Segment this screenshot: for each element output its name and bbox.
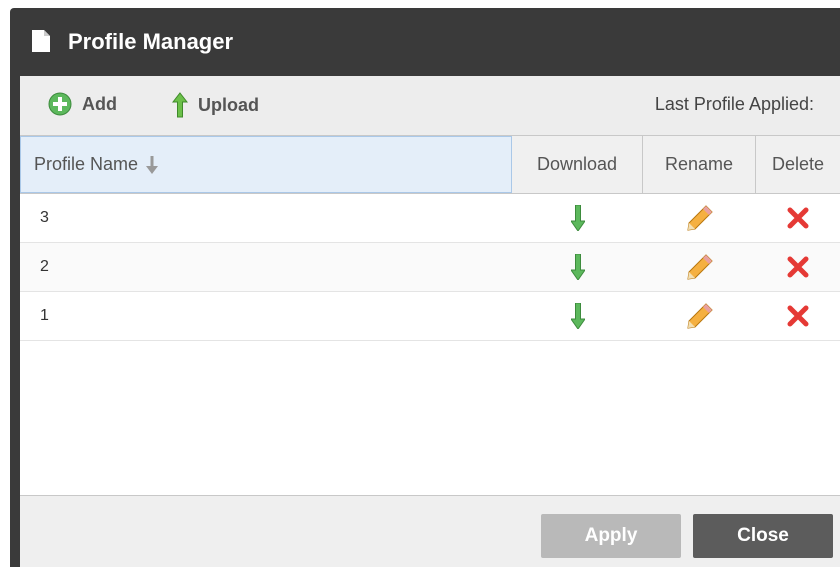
download-button[interactable] <box>512 243 643 291</box>
plus-circle-icon <box>48 92 72 116</box>
last-profile-applied-label: Last Profile Applied: <box>654 94 814 114</box>
add-button[interactable]: Add <box>48 92 117 116</box>
column-header-rename[interactable]: Rename <box>643 136 756 193</box>
download-button[interactable] <box>512 194 643 242</box>
profile-manager-dialog: Profile Manager Add Upload Last Profile … <box>10 8 840 567</box>
table-row[interactable]: 3 <box>20 194 840 243</box>
column-header-label: Delete <box>771 154 825 174</box>
toolbar: Add Upload Last Profile Applied: <box>20 76 840 136</box>
column-header-label: Download <box>536 154 618 174</box>
upload-button[interactable]: Upload <box>172 92 259 118</box>
rename-button[interactable] <box>643 292 756 340</box>
rename-button[interactable] <box>643 243 756 291</box>
delete-button[interactable] <box>756 194 840 242</box>
sort-down-arrow-icon <box>146 155 159 174</box>
dialog-footer: Apply Close <box>20 496 840 567</box>
column-header-profile-name[interactable]: Profile Name <box>20 136 512 193</box>
column-header-delete[interactable]: Delete <box>756 136 840 193</box>
pencil-icon <box>686 303 713 329</box>
profile-name-cell: 1 <box>40 307 49 324</box>
download-arrow-icon <box>570 254 585 280</box>
close-button[interactable]: Close <box>693 514 833 558</box>
rename-button[interactable] <box>643 194 756 242</box>
download-button[interactable] <box>512 292 643 340</box>
red-x-icon <box>787 256 809 278</box>
profile-name-cell: 3 <box>40 209 49 226</box>
delete-button[interactable] <box>756 243 840 291</box>
column-header-download[interactable]: Download <box>512 136 643 193</box>
column-header-label: Profile Name <box>34 154 139 174</box>
table-row[interactable]: 1 <box>20 292 840 341</box>
apply-button[interactable]: Apply <box>541 514 681 558</box>
pencil-icon <box>686 205 713 231</box>
column-header-label: Rename <box>664 154 734 174</box>
profile-name-cell: 2 <box>40 258 49 275</box>
red-x-icon <box>787 305 809 327</box>
download-arrow-icon <box>570 205 585 231</box>
red-x-icon <box>787 207 809 229</box>
profile-table: Profile Name Download Rename Delete 3 2 … <box>20 136 840 496</box>
delete-button[interactable] <box>756 292 840 340</box>
dialog-titlebar: Profile Manager <box>10 8 840 76</box>
document-icon <box>32 30 50 52</box>
dialog-title: Profile Manager <box>68 29 234 54</box>
table-header: Profile Name Download Rename Delete <box>20 136 840 194</box>
arrow-up-icon <box>172 92 188 118</box>
add-label: Add <box>82 93 117 114</box>
table-row[interactable]: 2 <box>20 243 840 292</box>
download-arrow-icon <box>570 303 585 329</box>
pencil-icon <box>686 254 713 280</box>
upload-label: Upload <box>198 94 259 115</box>
